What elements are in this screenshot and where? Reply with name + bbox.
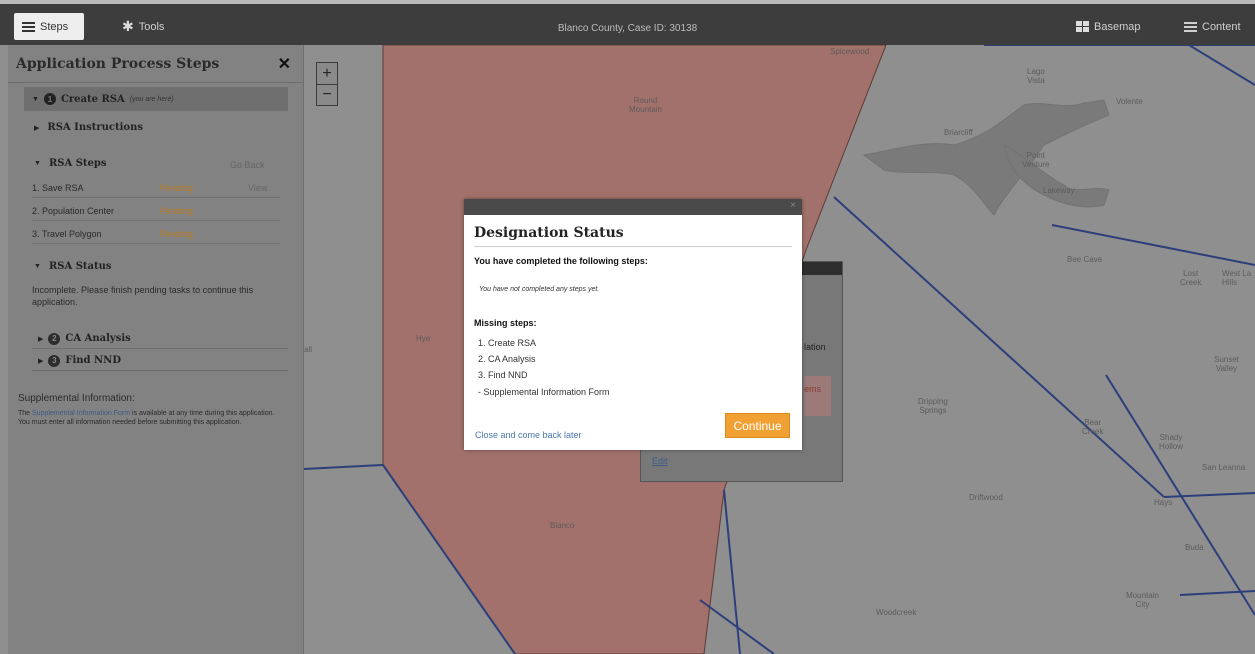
none-completed-text: You have not completed any steps yet. <box>479 286 600 293</box>
step-label: 2. Population Center <box>32 206 115 216</box>
content-button[interactable]: Content <box>1176 13 1249 40</box>
go-back-link[interactable]: Go Back <box>230 160 265 170</box>
map-label-lost-creek: Lost Creek <box>1180 269 1202 287</box>
step-status: Pending <box>160 206 194 216</box>
steps-panel: Application Process Steps ✕ ▼ 1 Create R… <box>8 45 304 654</box>
supplemental-prefix: The <box>18 410 33 417</box>
map-label-lakeway: Lakeway <box>1043 186 1075 195</box>
designation-status-dialog: × Designation Status You have completed … <box>464 199 802 450</box>
missing-item: - Supplemental Information Form <box>478 387 610 397</box>
step-number-badge: 1 <box>43 93 56 105</box>
caret-down-icon: ▼ <box>34 160 41 167</box>
step-status: Pending <box>160 229 194 239</box>
step-row: 2. Population Center Pending <box>32 202 280 221</box>
panel-title: Application Process Steps <box>16 56 220 72</box>
missing-item: 1. Create RSA <box>478 338 537 348</box>
step-number-badge: 3 <box>48 354 61 367</box>
dialog-title: Designation Status <box>474 225 624 241</box>
zoom-in-button[interactable]: + <box>317 63 337 84</box>
map-label-briarcliff: Briarcliff <box>944 128 973 137</box>
map-label-shady-hollow: Shady Hollow <box>1159 433 1184 451</box>
dialog-titlebar: × <box>464 199 802 215</box>
obscured-alert-text: ems <box>804 384 822 394</box>
map-label-bee-cave: Bee Cave <box>1067 255 1103 264</box>
map-label-woodcreek: Woodcreek <box>876 608 917 617</box>
zoom-control: + − <box>316 62 338 106</box>
map-label-hays: Hays <box>1154 498 1173 507</box>
missing-item: 2. CA Analysis <box>478 354 536 364</box>
view-link[interactable]: View <box>248 183 267 193</box>
rsa-status-text: Incomplete. Please finish pending tasks … <box>32 285 254 307</box>
rsa-steps-toggle[interactable]: ▼ RSA Steps <box>34 158 107 169</box>
map-label-san-leanna: San Leanna <box>1202 463 1246 472</box>
content-label: Content <box>1202 20 1241 33</box>
map-label-spicewood: Spicewood <box>830 47 870 56</box>
map-label-west-lake-hills: West La Hills <box>1222 269 1252 287</box>
case-title: Blanco County, Case ID: 30138 <box>557 23 698 34</box>
map-label-all: all <box>304 345 313 354</box>
map-label-mountain-city: Mountain City <box>1126 591 1159 609</box>
map-label-round-mountain: Round Mountain <box>629 96 662 114</box>
top-bar: Steps ✱ Tools Blanco County, Case ID: 30… <box>0 0 1255 45</box>
supplemental-text: The Supplemental Information Form is ava… <box>18 409 288 427</box>
step-label: 3. Travel Polygon <box>32 229 102 239</box>
continue-button[interactable]: Continue <box>725 413 790 438</box>
supplemental-form-link[interactable]: Supplemental Information Form <box>32 410 130 417</box>
caret-down-icon: ▼ <box>32 95 39 103</box>
map-label-point-venture: Point Venture <box>1022 151 1050 169</box>
map-label-volente: Volente <box>1116 97 1143 106</box>
map-label-lago-vista: Lago Vista <box>1027 67 1045 85</box>
zoom-out-button[interactable]: − <box>317 84 337 105</box>
map-label-buda: Buda <box>1185 543 1204 552</box>
step-row: 3. Travel Polygon Pending <box>32 225 280 244</box>
step-row: 1. Save RSA Pending View <box>32 179 280 198</box>
map-label-sunset-valley: Sunset Valley <box>1214 355 1239 373</box>
map-label-dripping-springs: Dripping Springs <box>918 397 948 415</box>
caret-right-icon: ▶ <box>38 357 44 365</box>
edit-link[interactable]: Edit <box>652 456 668 466</box>
caret-right-icon: ▶ <box>38 335 44 343</box>
map-label-hye: Hye <box>416 334 431 343</box>
divider <box>474 246 792 247</box>
completed-heading: You have completed the following steps: <box>474 256 648 266</box>
map-label-driftwood: Driftwood <box>969 493 1003 502</box>
you-are-here-note: (you are here) <box>129 95 174 103</box>
step-number-badge: 2 <box>48 332 61 345</box>
phase-ca-analysis[interactable]: ▶ 2 CA Analysis <box>32 329 288 349</box>
create-rsa-row[interactable]: ▼ 1 Create RSA (you are here) <box>24 87 288 111</box>
phase-label: CA Analysis <box>65 333 131 344</box>
list-icon <box>1184 21 1197 32</box>
panel-header: Application Process Steps ✕ <box>8 45 303 83</box>
rsa-status-toggle[interactable]: ▼ RSA Status <box>34 261 112 272</box>
phase-label: Find NND <box>65 355 121 366</box>
map-label-bear-creek: Bear Creek <box>1082 418 1104 436</box>
step-status: Pending <box>160 183 194 193</box>
obscured-text: lation <box>804 342 826 352</box>
missing-item: 3. Find NND <box>478 370 528 380</box>
rsa-status-label: RSA Status <box>48 261 112 272</box>
rsa-instructions-label: RSA Instructions <box>47 122 143 133</box>
step-label: 1. Save RSA <box>32 183 84 193</box>
supplemental-heading: Supplemental Information: <box>18 393 135 404</box>
close-icon[interactable]: ✕ <box>278 54 291 74</box>
phase-find-nnd[interactable]: ▶ 3 Find NND <box>32 351 288 371</box>
close-icon[interactable]: × <box>790 200 796 211</box>
caret-down-icon: ▼ <box>34 263 41 270</box>
rsa-steps-label: RSA Steps <box>48 158 107 169</box>
lake-shapes <box>862 99 1110 216</box>
rsa-instructions-toggle[interactable]: ▶ RSA Instructions <box>34 122 143 133</box>
basemap-button[interactable]: Basemap <box>1068 13 1148 40</box>
obscured-alert-box <box>804 376 831 416</box>
grid-icon <box>1076 21 1089 32</box>
missing-heading: Missing steps: <box>474 318 537 328</box>
caret-right-icon: ▶ <box>34 124 40 132</box>
map-label-blanco: Blanco <box>550 521 575 530</box>
close-come-back-link[interactable]: Close and come back later <box>475 430 582 440</box>
basemap-label: Basemap <box>1094 20 1141 33</box>
create-rsa-label: Create RSA <box>60 93 125 105</box>
